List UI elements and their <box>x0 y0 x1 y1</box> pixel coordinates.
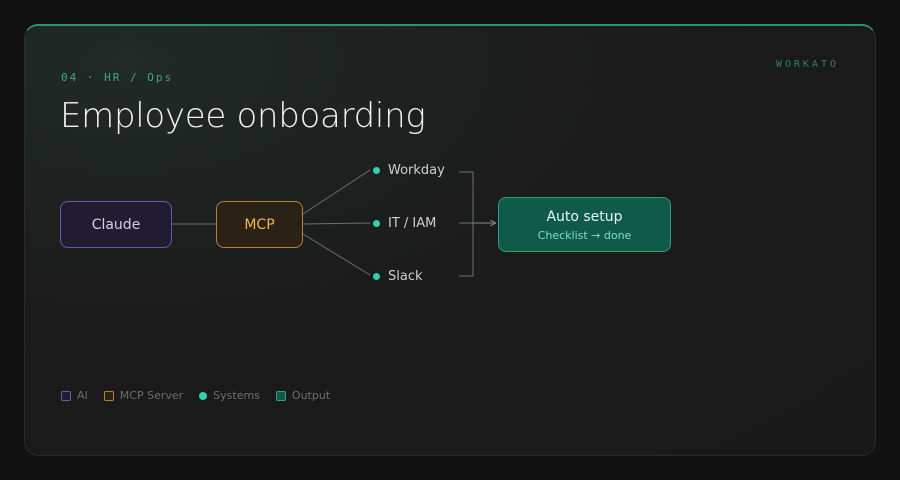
system-iam-label: IT / IAM <box>388 215 437 231</box>
system-dot-icon <box>373 272 380 280</box>
slide-card: 04 · HR / Ops WORKATO Employee onboardin… <box>24 24 876 456</box>
node-mcp: MCP <box>216 201 303 248</box>
legend-item-server: MCP Server <box>103 389 184 402</box>
system-iam: IT / IAM <box>373 215 436 231</box>
legend-label-server: MCP Server <box>119 389 184 402</box>
legend-swatch-ai <box>61 390 71 401</box>
legend-item-ai: AI <box>61 389 88 402</box>
node-output-label: Auto setup <box>546 208 623 225</box>
system-slack: Slack <box>373 268 423 284</box>
node-output-sublabel: Checklist → done <box>537 228 632 242</box>
legend-item-output: Output <box>275 389 331 402</box>
legend-swatch-server <box>103 390 114 401</box>
system-slack-label: Slack <box>388 268 423 284</box>
edge-mcp-iam <box>302 222 371 225</box>
system-workday: Workday <box>373 162 445 178</box>
node-output: Auto setup Checklist → done <box>498 197 671 252</box>
bracket-collector <box>459 171 474 277</box>
legend-label-output: Output <box>291 389 331 402</box>
legend: AI MCP Server Systems Output <box>61 389 346 402</box>
node-claude-label: Claude <box>91 216 141 233</box>
system-dot-icon <box>373 166 380 174</box>
system-workday-label: Workday <box>388 162 445 178</box>
legend-label-systems: Systems <box>213 389 260 402</box>
legend-swatch-output <box>275 390 286 401</box>
node-mcp-label: MCP <box>244 216 275 233</box>
edge-mcp-slack <box>302 233 371 276</box>
edge-mcp-workday <box>302 169 371 215</box>
legend-item-systems: Systems <box>199 389 260 402</box>
system-dot-icon <box>373 219 380 227</box>
legend-swatch-systems <box>199 391 208 400</box>
legend-label-ai: AI <box>77 389 88 402</box>
node-claude: Claude <box>60 201 172 248</box>
